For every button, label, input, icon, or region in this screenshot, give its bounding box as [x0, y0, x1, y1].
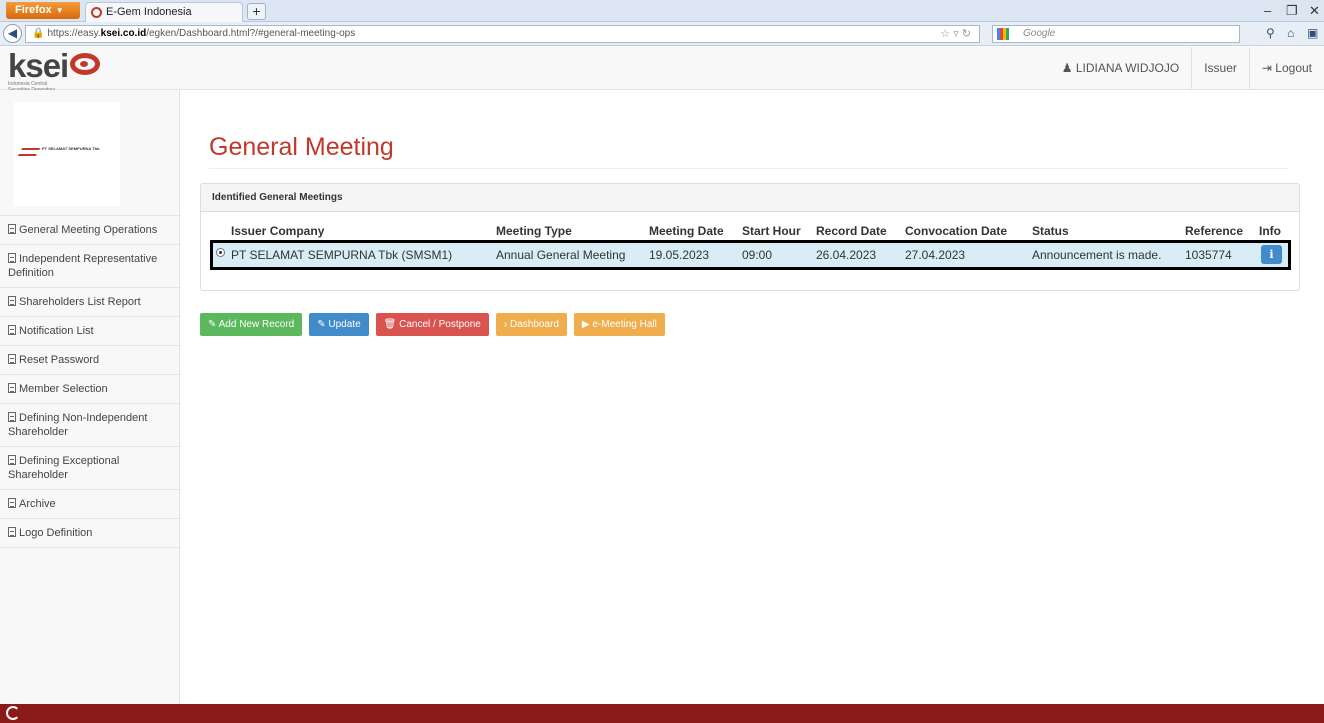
- info-button[interactable]: i: [1261, 245, 1282, 264]
- sidebar-item-non-independent-shareholder[interactable]: Defining Non-Independent Shareholder: [0, 403, 180, 446]
- user-menu[interactable]: ♟ LIDIANA WIDJOJO: [1050, 47, 1191, 89]
- browser-nav-bar: ◀ 🔒 https://easy.ksei.co.id/egken/Dashboa…: [0, 22, 1324, 46]
- page-title: General Meeting: [209, 133, 394, 161]
- update-button[interactable]: ✎ Update: [309, 313, 369, 336]
- document-icon: [8, 325, 16, 335]
- lock-icon: 🔒: [32, 28, 45, 39]
- role-label[interactable]: Issuer: [1191, 47, 1249, 89]
- column-header-date: Meeting Date: [649, 224, 724, 238]
- sidebar-item-shareholders-list-report[interactable]: Shareholders List Report: [0, 287, 180, 316]
- title-divider: [209, 168, 1289, 169]
- company-logo-name: PT SELAMAT SEMPURNA Tbk.: [42, 146, 101, 151]
- document-icon: [8, 224, 16, 234]
- logo-text: ksei: [8, 47, 69, 84]
- row-select-radio[interactable]: [216, 248, 225, 257]
- column-header-info: Info: [1259, 224, 1281, 238]
- close-window-button[interactable]: ✕: [1309, 3, 1320, 19]
- google-icon: [997, 28, 1009, 40]
- restore-button[interactable]: ❐: [1286, 3, 1298, 19]
- cell-type: Annual General Meeting: [496, 248, 626, 262]
- column-header-type: Meeting Type: [496, 224, 572, 238]
- logout-icon: ⇥: [1261, 61, 1272, 75]
- column-header-convocation: Convocation Date: [905, 224, 1008, 238]
- column-header-status: Status: [1032, 224, 1069, 238]
- sidebar-item-notification-list[interactable]: Notification List: [0, 316, 180, 345]
- browser-tab-title: E-Gem Indonesia: [106, 6, 192, 18]
- document-icon: [8, 498, 16, 508]
- table-header: Issuer Company Meeting Type Meeting Date…: [201, 224, 1301, 240]
- sidebar: PT SELAMAT SEMPURNA Tbk. General Meeting…: [0, 90, 180, 704]
- e-meeting-hall-button[interactable]: ▶ e-Meeting Hall: [573, 313, 665, 336]
- dropdown-arrow-icon: ▼: [55, 6, 64, 15]
- column-header-reference: Reference: [1185, 224, 1244, 238]
- url-bar[interactable]: 🔒 https://easy.ksei.co.id/egken/Dashboard…: [25, 25, 980, 43]
- table-row[interactable]: PT SELAMAT SEMPURNA Tbk (SMSM1) Annual G…: [210, 240, 1291, 270]
- user-icon: ♟: [1061, 61, 1073, 75]
- column-header-hour: Start Hour: [742, 224, 801, 238]
- sidebar-item-logo-definition[interactable]: Logo Definition: [0, 518, 180, 548]
- cell-status: Announcement is made.: [1032, 248, 1162, 262]
- add-new-record-button[interactable]: ✎ Add New Record: [200, 313, 303, 336]
- cell-record: 26.04.2023: [816, 248, 877, 262]
- search-bar[interactable]: Google: [992, 25, 1240, 43]
- sidebar-item-exceptional-shareholder[interactable]: Defining Exceptional Shareholder: [0, 446, 180, 489]
- action-buttons: ✎ Add New Record ✎ Update 🗑 Cancel / Pos…: [200, 313, 665, 336]
- cancel-postpone-button[interactable]: 🗑 Cancel / Postpone: [375, 313, 489, 336]
- cell-reference: 1035774: [1185, 248, 1232, 262]
- sidebar-menu: General Meeting Operations Independent R…: [0, 215, 180, 548]
- cell-convocation: 27.04.2023: [905, 248, 966, 262]
- edit-icon: ✎: [317, 319, 326, 330]
- chevron-right-icon: ›: [503, 319, 508, 330]
- panel-title: Identified General Meetings: [201, 184, 1299, 212]
- meetings-panel: Identified General Meetings Issuer Compa…: [200, 183, 1300, 291]
- ksei-footer-icon: [6, 706, 20, 720]
- document-icon: [8, 354, 16, 364]
- new-tab-button[interactable]: +: [247, 3, 266, 20]
- sidebar-item-member-selection[interactable]: Member Selection: [0, 374, 180, 403]
- document-icon: [8, 412, 16, 422]
- app-header: ksei Indonesia Central Securities Deposi…: [0, 47, 1324, 93]
- back-arrow-icon[interactable]: ◀: [3, 24, 22, 43]
- url-prefix: https://easy.: [47, 28, 101, 39]
- column-header-record: Record Date: [816, 224, 887, 238]
- cell-issuer: PT SELAMAT SEMPURNA Tbk (SMSM1): [231, 248, 453, 262]
- ksei-swirl-icon: [70, 53, 101, 75]
- cell-date: 19.05.2023: [649, 248, 710, 262]
- sidebar-item-general-meeting-operations[interactable]: General Meeting Operations: [0, 215, 180, 244]
- search-placeholder: Google: [1023, 28, 1056, 39]
- footer: [0, 704, 1324, 723]
- document-icon: [8, 455, 16, 465]
- logout-button[interactable]: ⇥ Logout: [1248, 47, 1324, 89]
- sidebar-item-independent-representative[interactable]: Independent Representative Definition: [0, 244, 180, 287]
- company-logo: PT SELAMAT SEMPURNA Tbk.: [14, 102, 120, 206]
- favicon-icon: [91, 7, 102, 18]
- search-icon[interactable]: ⚲: [1266, 26, 1275, 40]
- document-icon: [8, 527, 16, 537]
- minimize-button[interactable]: –: [1264, 3, 1271, 18]
- document-icon: [8, 253, 16, 263]
- ksei-logo[interactable]: ksei Indonesia Central Securities Deposi…: [8, 49, 101, 93]
- cell-hour: 09:00: [742, 248, 773, 262]
- sidebar-item-archive[interactable]: Archive: [0, 489, 180, 518]
- dashboard-button[interactable]: › Dashboard: [495, 313, 567, 336]
- company-mark-icon: [17, 148, 41, 156]
- firefox-menu-button[interactable]: Firefox ▼: [6, 2, 80, 19]
- browser-tab[interactable]: E-Gem Indonesia: [85, 2, 243, 22]
- edit-icon: ✎: [208, 319, 217, 330]
- browser-tab-bar: Firefox ▼ E-Gem Indonesia + – ❐ ✕: [0, 0, 1324, 22]
- url-path: /egken/Dashboard.html?/#general-meeting-…: [146, 28, 356, 39]
- url-domain: ksei.co.id: [100, 28, 147, 39]
- home-icon[interactable]: ⌂: [1287, 26, 1294, 40]
- bookmark-star-icon[interactable]: ☆ ▿ ↻: [940, 27, 971, 40]
- bookmarks-icon[interactable]: ▣: [1307, 26, 1318, 40]
- user-nav: ♟ LIDIANA WIDJOJO Issuer ⇥ Logout: [1050, 47, 1324, 89]
- trash-icon: 🗑: [383, 319, 397, 330]
- column-header-issuer: Issuer Company: [231, 224, 325, 238]
- sidebar-item-reset-password[interactable]: Reset Password: [0, 345, 180, 374]
- document-icon: [8, 296, 16, 306]
- document-icon: [8, 383, 16, 393]
- play-icon: ▶: [581, 319, 590, 330]
